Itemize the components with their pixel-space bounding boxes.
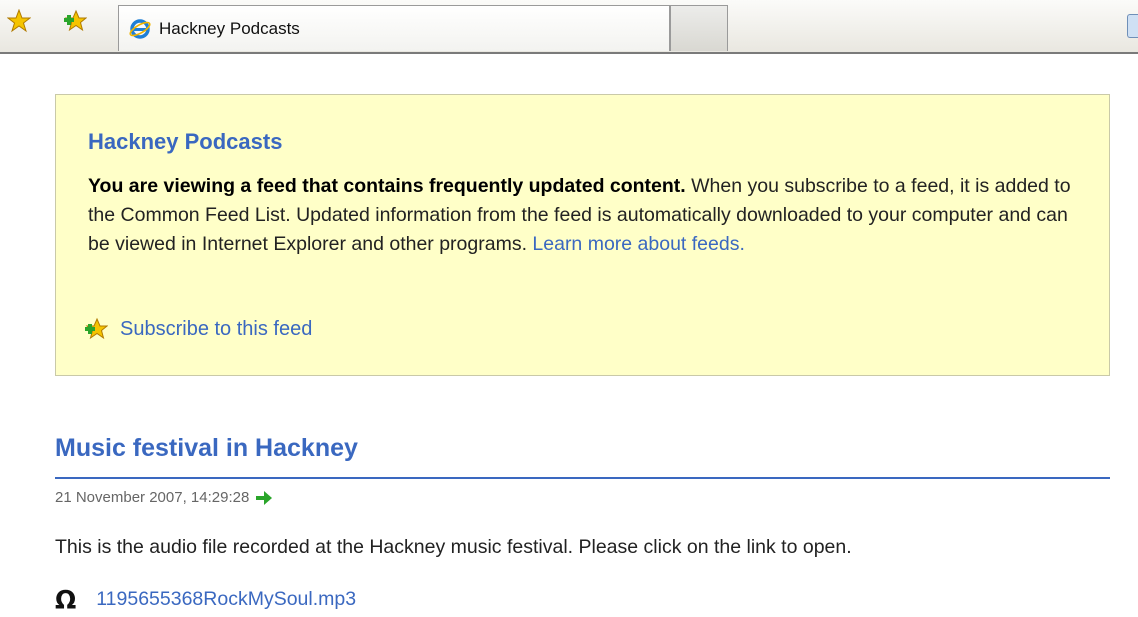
item-date: 21 November 2007, 14:29:28 <box>55 489 250 506</box>
internet-explorer-icon <box>129 18 151 40</box>
item-body: This is the audio file recorded at the H… <box>55 536 852 558</box>
item-title-link[interactable]: Music festival in Hackney <box>55 434 358 463</box>
feed-info-box: Hackney Podcasts You are viewing a feed … <box>55 94 1110 376</box>
feed-notice-bold: You are viewing a feed that contains fre… <box>88 175 686 197</box>
headphones-icon: Ω <box>55 584 77 614</box>
browser-toolbar: Hackney Podcasts <box>0 0 1138 54</box>
subscribe-button[interactable]: Subscribe to this feed <box>84 317 312 341</box>
learn-more-link[interactable]: Learn more about feeds. <box>532 233 744 255</box>
browser-tab[interactable]: Hackney Podcasts <box>118 5 670 51</box>
feed-title: Hackney Podcasts <box>88 129 283 154</box>
feed-description: You are viewing a feed that contains fre… <box>88 172 1078 259</box>
add-to-favorites-icon[interactable] <box>62 8 88 34</box>
subscribe-label: Subscribe to this feed <box>120 317 313 340</box>
enclosure: Ω 1195655368RockMySoul.mp3 <box>55 584 356 614</box>
item-meta: 21 November 2007, 14:29:28 <box>55 489 273 506</box>
home-icon[interactable] <box>1127 14 1138 38</box>
enclosure-link[interactable]: 1195655368RockMySoul.mp3 <box>96 588 356 611</box>
new-tab-button[interactable] <box>670 5 728 51</box>
tab-title: Hackney Podcasts <box>159 18 300 38</box>
item-divider <box>55 477 1110 479</box>
go-to-item-arrow-icon[interactable] <box>255 490 273 506</box>
favorites-star-icon[interactable] <box>6 8 32 34</box>
add-feed-icon <box>84 317 108 341</box>
